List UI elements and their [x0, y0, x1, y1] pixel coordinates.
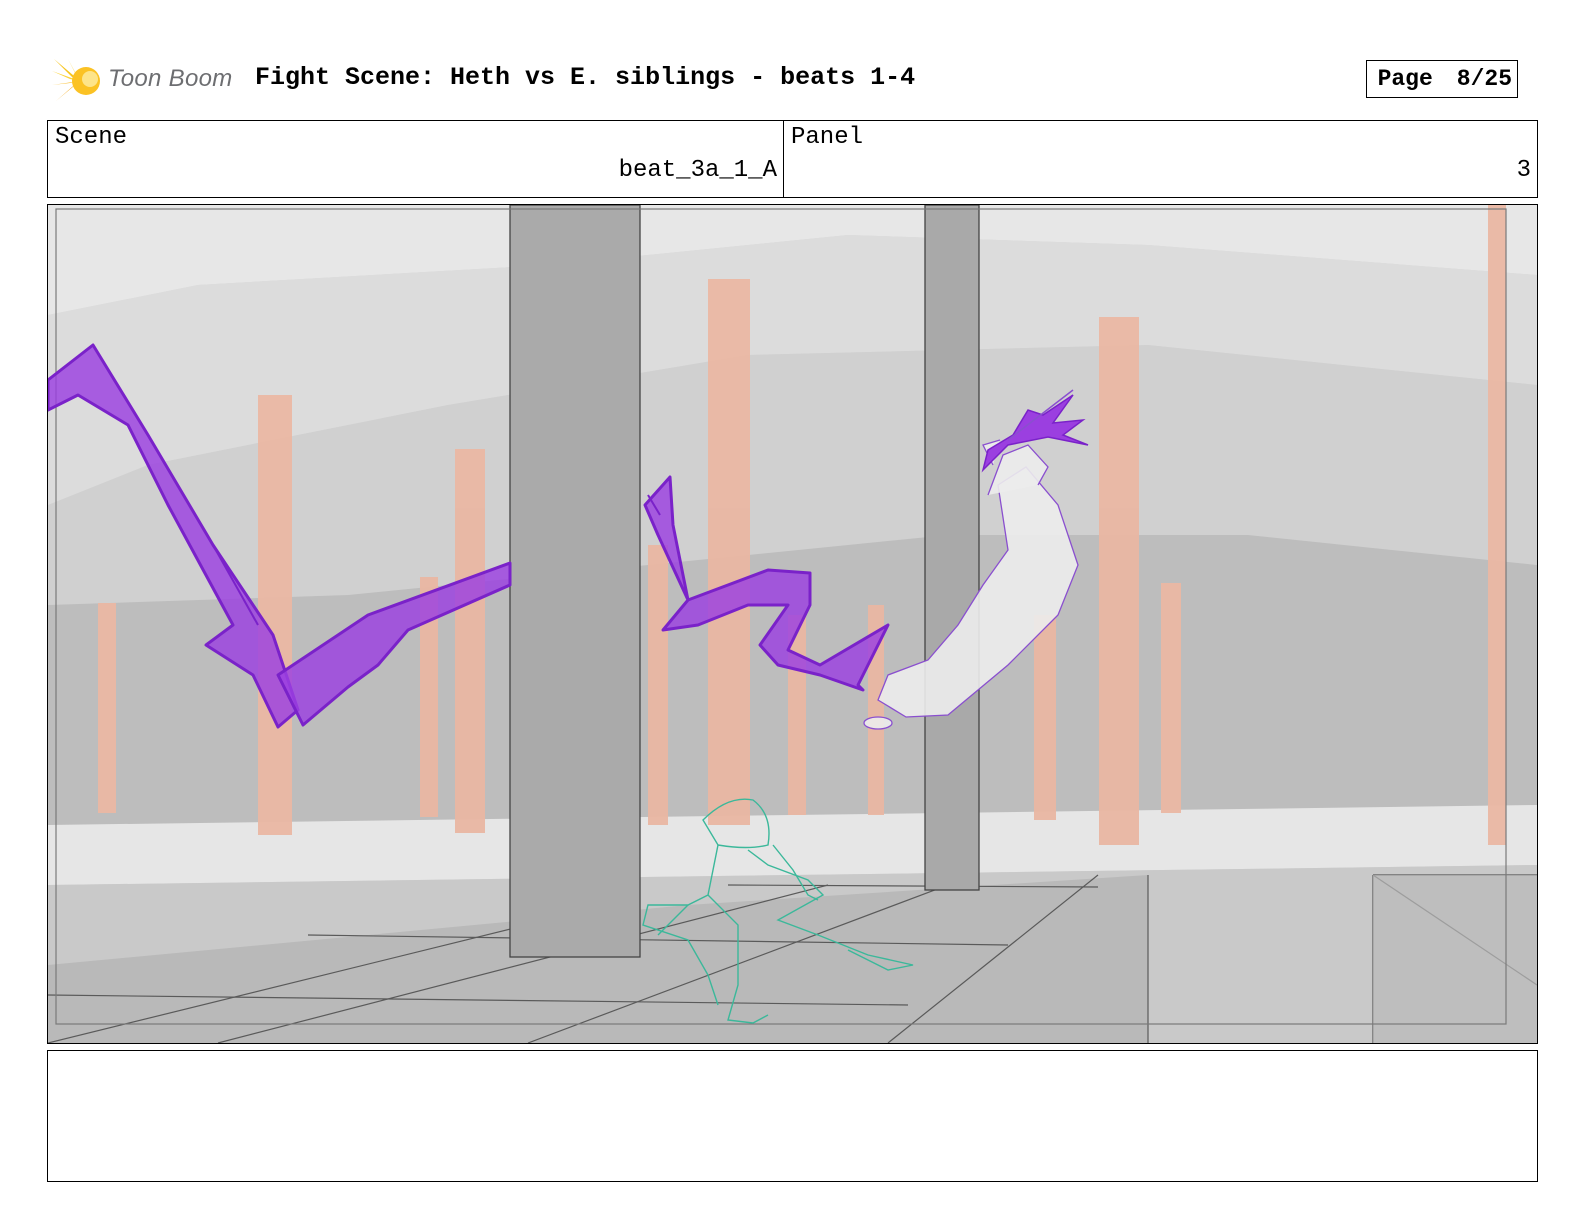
toon-boom-logo: Toon Boom: [52, 57, 242, 105]
panel-label: Panel: [791, 124, 864, 151]
scene-value: beat_3a_1_A: [618, 157, 777, 184]
page-number: 8/25: [1456, 66, 1512, 92]
logo-text: Toon Boom: [108, 65, 233, 92]
panel-notes: [47, 1050, 1538, 1182]
starburst-icon: [52, 59, 100, 101]
scene-cell: Scene beat_3a_1_A: [48, 121, 784, 197]
page-indicator: Page 8/25: [1366, 60, 1518, 98]
scene-panel-info: Scene beat_3a_1_A Panel 3: [47, 120, 1538, 198]
storyboard-sketch-icon: [48, 205, 1537, 1043]
document-title: Fight Scene: Heth vs E. siblings - beats…: [255, 63, 916, 92]
page-header: Toon Boom Fight Scene: Heth vs E. siblin…: [48, 55, 1538, 105]
panel-value: 3: [1516, 157, 1531, 184]
page-label: Page: [1377, 66, 1433, 92]
scene-label: Scene: [55, 124, 128, 151]
storyboard-panel-image: [47, 204, 1538, 1044]
panel-cell: Panel 3: [784, 121, 1537, 197]
